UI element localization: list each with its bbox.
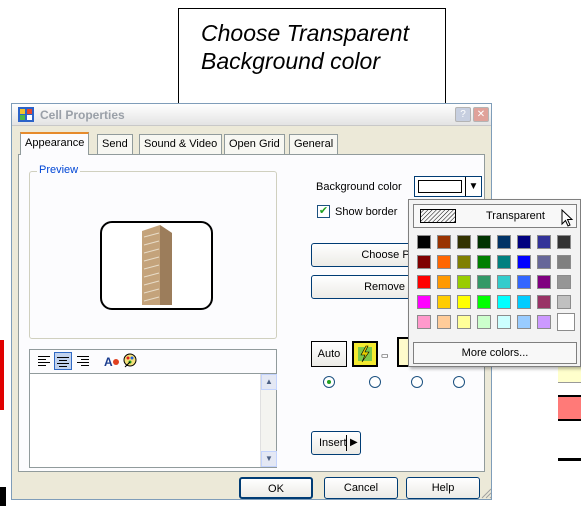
color-swatch[interactable] xyxy=(557,255,571,269)
color-swatch[interactable] xyxy=(477,275,491,289)
font-icon[interactable]: A xyxy=(104,354,120,369)
border-style-1-button[interactable] xyxy=(352,341,378,367)
color-swatch[interactable] xyxy=(417,275,431,289)
color-swatch[interactable] xyxy=(497,255,511,269)
tab-general[interactable]: General xyxy=(289,134,339,154)
color-swatch[interactable] xyxy=(417,255,431,269)
color-swatch[interactable] xyxy=(517,235,531,249)
mouse-cursor-icon xyxy=(561,209,574,227)
border-radio-2[interactable] xyxy=(369,376,381,388)
color-swatch[interactable] xyxy=(457,295,471,309)
color-swatch[interactable] xyxy=(497,235,511,249)
color-swatch[interactable] xyxy=(557,295,571,309)
color-swatch[interactable] xyxy=(537,275,551,289)
color-picker-icon[interactable] xyxy=(122,353,138,369)
color-swatch[interactable] xyxy=(417,315,431,329)
color-swatch[interactable] xyxy=(537,315,551,329)
color-swatch[interactable] xyxy=(517,255,531,269)
color-swatch[interactable] xyxy=(537,255,551,269)
color-swatch[interactable] xyxy=(457,315,471,329)
color-swatch[interactable] xyxy=(417,235,431,249)
color-swatch[interactable] xyxy=(517,295,531,309)
dialog-title: Cell Properties xyxy=(40,108,125,122)
insert-arrow-icon xyxy=(346,435,347,451)
border-radio-auto[interactable] xyxy=(323,376,335,388)
transparent-option[interactable]: Transparent xyxy=(413,204,577,228)
color-swatch[interactable] xyxy=(517,275,531,289)
show-border-label: Show border xyxy=(335,206,398,218)
color-grid xyxy=(417,235,575,335)
play-arrow-icon: ▶ xyxy=(350,437,358,448)
color-swatch[interactable] xyxy=(457,275,471,289)
color-swatch[interactable] xyxy=(477,235,491,249)
building-image xyxy=(142,225,172,305)
align-center-icon[interactable] xyxy=(54,352,72,370)
color-swatch[interactable] xyxy=(417,295,431,309)
color-swatch[interactable] xyxy=(437,255,451,269)
color-swatch[interactable] xyxy=(497,295,511,309)
cancel-button[interactable]: Cancel xyxy=(324,477,398,499)
cell-text-area[interactable]: ▲ ▼ xyxy=(29,373,277,468)
help-button[interactable]: Help xyxy=(406,477,480,499)
color-swatch[interactable] xyxy=(477,315,491,329)
border-radio-3[interactable] xyxy=(411,376,423,388)
auto-border-button[interactable]: Auto xyxy=(311,341,347,367)
color-swatch[interactable] xyxy=(557,275,571,289)
show-border-checkbox[interactable]: ✔ xyxy=(317,205,330,218)
color-swatch[interactable] xyxy=(457,235,471,249)
svg-text:A: A xyxy=(104,355,113,368)
color-swatch[interactable] xyxy=(497,315,511,329)
app-icon xyxy=(18,107,34,122)
text-editor-toolbar: A xyxy=(29,349,277,373)
more-colors-button[interactable]: More colors... xyxy=(413,342,577,364)
transparent-label: Transparent xyxy=(486,210,545,222)
insert-label: Insert xyxy=(319,437,347,449)
border-radio-4[interactable] xyxy=(453,376,465,388)
align-right-icon[interactable] xyxy=(77,355,89,367)
color-swatch[interactable] xyxy=(457,255,471,269)
text-area-scrollbar[interactable]: ▲ ▼ xyxy=(260,374,277,467)
color-swatch[interactable] xyxy=(437,275,451,289)
scroll-down-button[interactable]: ▼ xyxy=(261,451,277,467)
color-swatch[interactable] xyxy=(557,313,575,331)
scroll-up-button[interactable]: ▲ xyxy=(261,374,277,390)
preview-label: Preview xyxy=(37,164,81,176)
help-title-button[interactable]: ? xyxy=(455,107,471,122)
background-color-swatch xyxy=(418,180,462,193)
ok-button[interactable]: OK xyxy=(239,477,313,499)
color-dropdown-popup: Transparent More colors... xyxy=(408,199,581,367)
tab-appearance[interactable]: Appearance xyxy=(20,132,90,155)
color-swatch[interactable] xyxy=(477,295,491,309)
color-swatch[interactable] xyxy=(437,295,451,309)
transparent-hatch-icon xyxy=(420,209,456,223)
color-swatch[interactable] xyxy=(517,315,531,329)
background-color-label: Background color xyxy=(316,181,402,193)
color-swatch[interactable] xyxy=(437,235,451,249)
preview-image-frame xyxy=(100,221,213,310)
tab-sound-video[interactable]: Sound & Video xyxy=(139,134,223,154)
resize-grip-icon[interactable] xyxy=(480,487,492,499)
border-style-label-icon: ▭ xyxy=(381,351,389,360)
close-title-button[interactable]: ✕ xyxy=(473,107,489,122)
color-swatch[interactable] xyxy=(497,275,511,289)
color-swatch[interactable] xyxy=(437,315,451,329)
align-left-icon[interactable] xyxy=(38,355,50,367)
tab-open-grid[interactable]: Open Grid xyxy=(224,134,285,154)
background-color-dropdown[interactable]: ▼ xyxy=(414,176,482,197)
color-swatch[interactable] xyxy=(557,235,571,249)
tab-send[interactable]: Send xyxy=(97,134,133,154)
title-bar[interactable]: Cell Properties ? ✕ xyxy=(12,104,491,126)
color-swatch[interactable] xyxy=(537,235,551,249)
dropdown-arrow-icon[interactable]: ▼ xyxy=(465,177,481,196)
color-swatch[interactable] xyxy=(477,255,491,269)
insert-button[interactable]: Insert ▶ xyxy=(311,431,361,455)
color-swatch[interactable] xyxy=(537,295,551,309)
